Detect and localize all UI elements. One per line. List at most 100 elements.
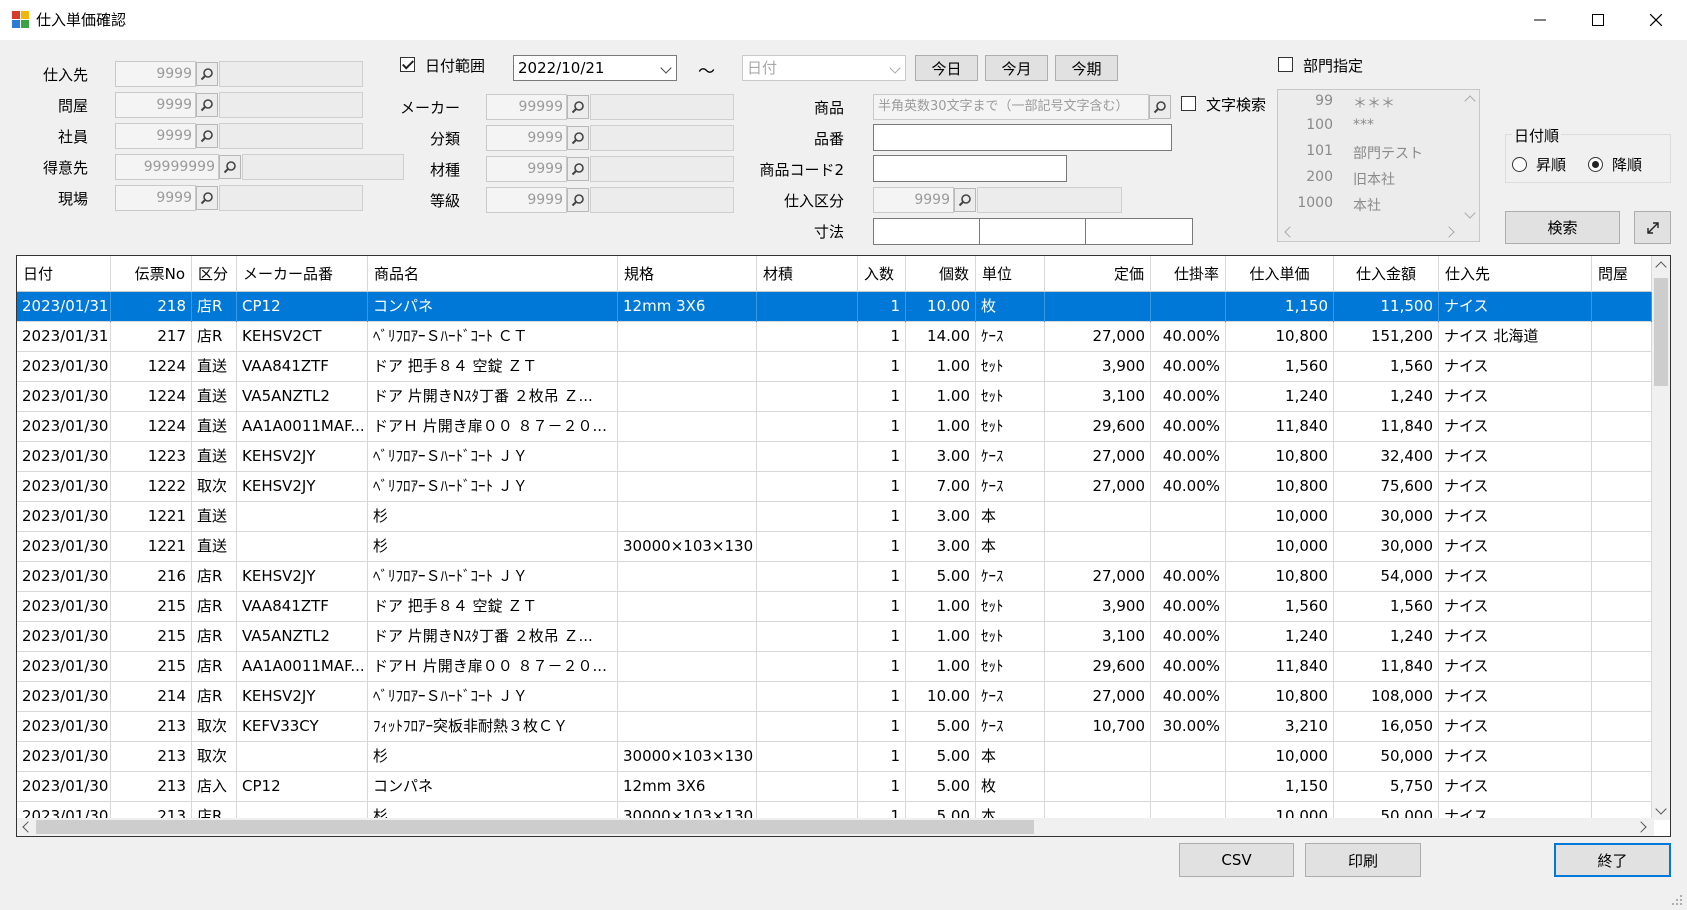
table-row[interactable]: 2023/01/30 215 店R VAA841ZTF ドア 把手８４ 空錠 ＺＴ 1 1.… [17, 592, 1652, 622]
customer-code-input[interactable]: 99999999 [115, 154, 219, 180]
wholesaler-code-input[interactable]: 9999 [115, 92, 196, 118]
this-period-button[interactable]: 今期 [1055, 55, 1118, 81]
hscroll-thumb[interactable] [36, 820, 1034, 834]
department-hscroll[interactable] [1278, 223, 1462, 241]
table-row[interactable]: 2023/01/30 215 店R AA1A0011MAF... ドアＨ 片開き扉００ … [17, 652, 1652, 682]
table-row[interactable]: 2023/01/30 214 店R KEHSV2JY ﾍﾞﾘﾌﾛｱｰＳﾊｰﾄﾞｺｰﾄ Ｊ… [17, 682, 1652, 712]
column-header-volume[interactable]: 材積 [757, 256, 858, 292]
chevron-down-icon [660, 62, 672, 74]
grade-code-input[interactable]: 9999 [486, 187, 567, 213]
maximize-button[interactable] [1569, 0, 1627, 40]
department-item[interactable]: 200 旧本社 [1278, 169, 1458, 193]
date-to-combo[interactable]: 日付 [742, 55, 906, 81]
sort-asc-radio[interactable] [1512, 157, 1527, 172]
table-row[interactable]: 2023/01/30 213 店入 CP12 コンパネ 12mm 3X6 1 5.00 枚 1,1… [17, 772, 1652, 802]
exit-button[interactable]: 終了 [1554, 843, 1671, 877]
column-header-rate[interactable]: 仕掛率 [1151, 256, 1226, 292]
product-input[interactable]: 半角英数30文字まで（一部記号文字含む） [873, 94, 1149, 120]
department-item[interactable]: 99 ＊＊＊ [1278, 93, 1458, 117]
table-row[interactable]: 2023/01/30 1221 直送 杉 1 3.00 本 10,000 30,000 ナイス [17, 502, 1652, 532]
site-search-button[interactable] [196, 186, 218, 210]
cell-wholesaler [1592, 562, 1652, 592]
table-row[interactable]: 2023/01/30 215 店R VA5ANZTL2 ドア 片開きNｽﾀ丁番 ２枚吊 … [17, 622, 1652, 652]
column-header-maker-part-no[interactable]: メーカー品番 [237, 256, 368, 292]
maker-code-input[interactable]: 99999 [486, 94, 567, 120]
column-header-wholesaler[interactable]: 問屋 [1592, 256, 1652, 292]
column-header-list-price[interactable]: 定価 [1045, 256, 1151, 292]
table-row[interactable]: 2023/01/30 1221 直送 杉 30000×103×130 1 3.00 本 10,0… [17, 532, 1652, 562]
expand-button[interactable] [1634, 211, 1671, 244]
text-search-checkbox[interactable] [1181, 96, 1196, 111]
table-row[interactable]: 2023/01/31 217 店R KEHSV2CT ﾍﾞﾘﾌﾛｱｰＳﾊｰﾄﾞｺｰﾄ Ｃ… [17, 322, 1652, 352]
supplier-search-button[interactable] [196, 62, 218, 86]
material-search-button[interactable] [567, 157, 589, 181]
grid-vscroll[interactable] [1652, 256, 1670, 820]
cell-amount: 11,500 [1334, 292, 1439, 322]
dimension-input-3[interactable] [1085, 218, 1193, 245]
purchase-type-search-button[interactable] [954, 188, 976, 212]
table-row[interactable]: 2023/01/30 213 取次 杉 30000×103×130 1 5.00 本 10,00… [17, 742, 1652, 772]
department-vscroll[interactable] [1461, 90, 1479, 224]
column-header-quantity[interactable]: 個数 [906, 256, 976, 292]
department-checkbox[interactable] [1278, 57, 1293, 72]
column-header-unit[interactable]: 単位 [976, 256, 1045, 292]
table-row[interactable]: 2023/01/30 1223 直送 KEHSV2JY ﾍﾞﾘﾌﾛｱｰＳﾊｰﾄﾞｺｰﾄ … [17, 442, 1652, 472]
column-header-type[interactable]: 区分 [192, 256, 237, 292]
cell-volume [757, 352, 858, 382]
column-header-unit-price[interactable]: 仕入単価 [1226, 256, 1334, 292]
column-header-supplier[interactable]: 仕入先 [1439, 256, 1592, 292]
part-number-input[interactable] [873, 124, 1172, 151]
results-grid[interactable]: 日付 伝票No 区分 メーカー品番 商品名 規格 材積 入数 個数 単位 定価 仕掛率 仕入単価 仕入金額… [16, 255, 1671, 837]
resize-grip-icon[interactable] [1671, 894, 1683, 906]
dimension-input-1[interactable] [873, 218, 981, 245]
table-row[interactable]: 2023/01/30 1222 取次 KEHSV2JY ﾍﾞﾘﾌﾛｱｰＳﾊｰﾄﾞｺｰﾄ … [17, 472, 1652, 502]
date-range-checkbox[interactable] [400, 57, 415, 72]
table-row[interactable]: 2023/01/30 1224 直送 VAA841ZTF ドア 把手８４ 空錠 ＺＴ 1 1… [17, 352, 1652, 382]
cell-supplier: ナイス [1439, 532, 1592, 562]
column-header-slip-no[interactable]: 伝票No [111, 256, 192, 292]
print-button[interactable]: 印刷 [1305, 843, 1421, 877]
product-code2-input[interactable] [873, 155, 1067, 182]
column-header-date[interactable]: 日付 [17, 256, 111, 292]
department-list[interactable]: 99 ＊＊＊ 100 *** 101 部門テスト 200 旧本社 1000 本社 [1277, 89, 1480, 242]
department-item[interactable]: 100 *** [1278, 117, 1458, 141]
supplier-code-input[interactable]: 9999 [115, 61, 196, 87]
category-code-input[interactable]: 9999 [486, 125, 567, 151]
cell-unit-price: 3,210 [1226, 712, 1334, 742]
table-row[interactable]: 2023/01/30 1224 直送 VA5ANZTL2 ドア 片開きNｽﾀ丁番 ２枚吊… [17, 382, 1652, 412]
search-button[interactable]: 検索 [1505, 211, 1620, 244]
site-code-input[interactable]: 9999 [115, 185, 196, 211]
grade-search-button[interactable] [567, 188, 589, 212]
table-row[interactable]: 2023/01/30 1224 直送 AA1A0011MAF... ドアＨ 片開き扉００… [17, 412, 1652, 442]
purchase-type-code-input[interactable]: 9999 [873, 187, 954, 213]
employee-code-input[interactable]: 9999 [115, 123, 196, 149]
minimize-button[interactable] [1511, 0, 1569, 40]
grid-hscroll[interactable] [17, 818, 1654, 836]
date-from-combo[interactable]: 2022/10/21 [513, 55, 677, 81]
dimension-input-2[interactable] [979, 218, 1087, 245]
today-button[interactable]: 今日 [915, 55, 978, 81]
column-header-product-name[interactable]: 商品名 [368, 256, 618, 292]
table-row[interactable]: 2023/01/30 213 取次 KEFV33CY ﾌｨｯﾄﾌﾛｱｰ突板非耐熱３枚ＣＹ… [17, 712, 1652, 742]
cell-unit-price: 11,840 [1226, 412, 1334, 442]
department-name: 部門テスト [1353, 146, 1423, 162]
table-row[interactable]: 2023/01/31 218 店R CP12 コンパネ 12mm 3X6 1 10.00 枚 1,… [17, 292, 1652, 322]
sort-desc-radio[interactable] [1588, 157, 1603, 172]
column-header-spec[interactable]: 規格 [618, 256, 757, 292]
this-month-button[interactable]: 今月 [985, 55, 1048, 81]
product-search-button[interactable] [1149, 95, 1171, 119]
vscroll-thumb[interactable] [1654, 278, 1668, 386]
category-search-button[interactable] [567, 126, 589, 150]
column-header-pack-qty[interactable]: 入数 [858, 256, 906, 292]
wholesaler-search-button[interactable] [196, 93, 218, 117]
table-row[interactable]: 2023/01/30 216 店R KEHSV2JY ﾍﾞﾘﾌﾛｱｰＳﾊｰﾄﾞｺｰﾄ Ｊ… [17, 562, 1652, 592]
csv-button[interactable]: CSV [1179, 843, 1294, 877]
close-button[interactable] [1627, 0, 1685, 40]
employee-search-button[interactable] [196, 124, 218, 148]
column-header-amount[interactable]: 仕入金額 [1334, 256, 1439, 292]
department-item[interactable]: 1000 本社 [1278, 195, 1458, 219]
maker-search-button[interactable] [567, 95, 589, 119]
department-item[interactable]: 101 部門テスト [1278, 143, 1458, 167]
customer-search-button[interactable] [219, 155, 241, 179]
material-code-input[interactable]: 9999 [486, 156, 567, 182]
